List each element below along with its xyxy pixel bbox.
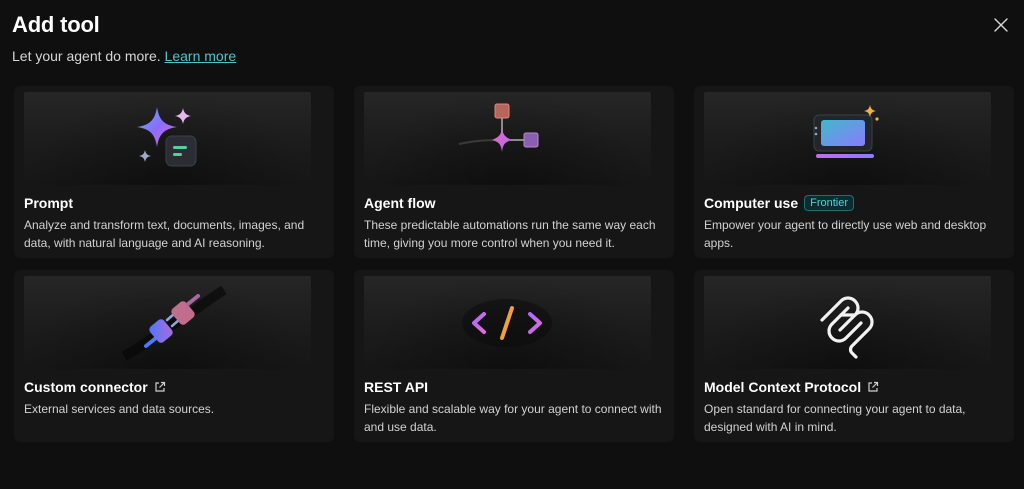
mcp-logo-icon [820,296,874,359]
card-art [364,92,651,185]
frontier-badge: Frontier [804,195,855,211]
subtitle-text: Let your agent do more. [12,48,161,64]
card-title: Agent flow [364,195,436,211]
tool-card-prompt[interactable]: Prompt Analyze and transform text, docum… [14,86,334,258]
card-art [364,276,651,369]
external-link-icon [154,381,166,393]
card-title: Computer use [704,195,799,211]
card-description: Flexible and scalable way for your agent… [364,402,662,434]
card-title: Custom connector [24,379,148,395]
card-description: Empower your agent to directly use web a… [704,218,987,250]
close-icon [994,18,1008,32]
card-title-row: Prompt [24,195,324,211]
card-title-row: Model Context Protocol [704,379,1004,395]
card-title-row: Agent flow [364,195,664,211]
tool-card-agent-flow[interactable]: Agent flow These predictable automations… [354,86,674,258]
card-description: Open standard for connecting your agent … [704,402,966,434]
card-title-row: Custom connector [24,379,324,395]
card-title-row: REST API [364,379,664,395]
agent-flow-icon [458,103,539,152]
card-description: Analyze and transform text, documents, i… [24,218,305,250]
card-title: Prompt [24,195,73,211]
tool-card-rest-api[interactable]: REST API Flexible and scalable way for y… [354,270,674,442]
card-description: External services and data sources. [24,402,215,416]
dialog-header: Add tool Let your agent do more. Learn m… [12,12,236,64]
card-art [24,92,311,185]
tool-card-custom-connector[interactable]: Custom connector External services and d… [14,270,334,442]
card-title-row: Computer use Frontier [704,195,1004,211]
tool-card-model-context-protocol[interactable]: Model Context Protocol Open standard for… [694,270,1014,442]
card-description: These predictable automations run the sa… [364,218,656,250]
computer-use-icon [813,105,879,158]
card-art [704,276,991,369]
card-title: Model Context Protocol [704,379,862,395]
dialog-subtitle: Let your agent do more. Learn more [12,48,236,64]
card-art [24,276,311,369]
tool-card-computer-use[interactable]: Computer use Frontier Empower your agent… [694,86,1014,258]
learn-more-link[interactable]: Learn more [165,48,237,64]
close-button[interactable] [990,14,1012,36]
prompt-sparkle-icon [137,107,197,167]
external-link-icon [867,381,879,393]
plug-connector-icon [121,285,227,361]
card-title: REST API [364,379,429,395]
code-brackets-icon [462,299,552,347]
card-art [704,92,991,185]
tool-grid: Prompt Analyze and transform text, docum… [14,86,1014,442]
dialog-title: Add tool [12,12,100,37]
